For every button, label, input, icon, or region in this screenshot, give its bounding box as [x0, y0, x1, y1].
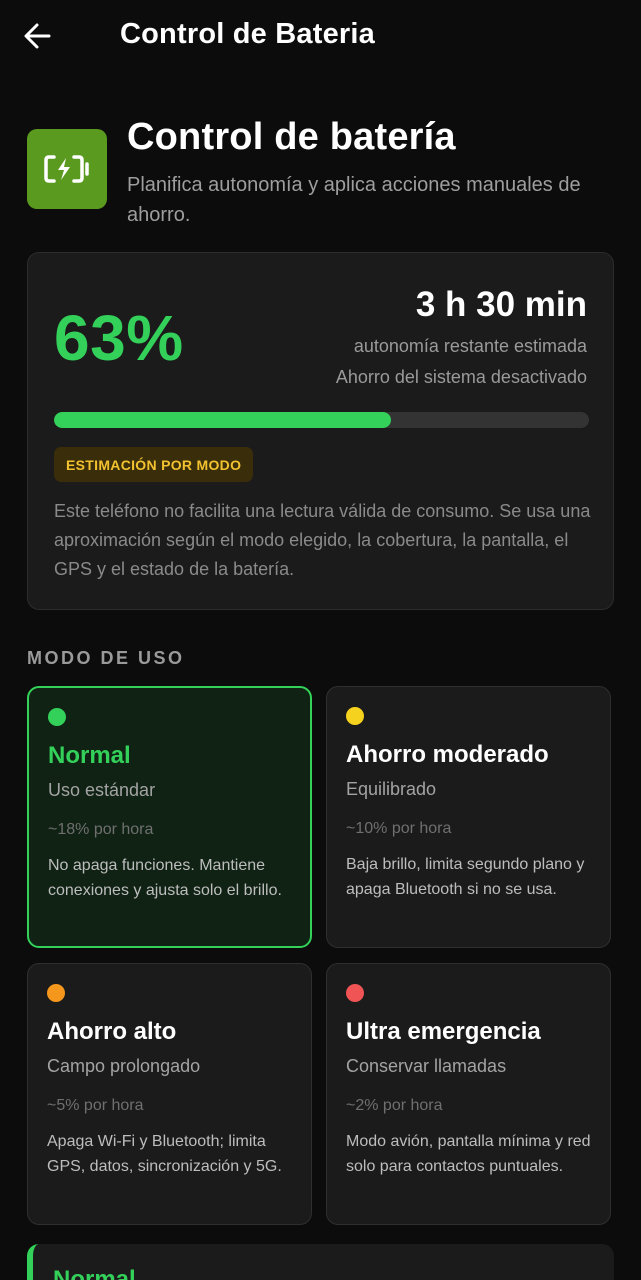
- mode-description: Baja brillo, limita segundo plano y apag…: [346, 856, 585, 898]
- mode-subtitle: Equilibrado: [346, 779, 437, 799]
- hero-subtitle: Planifica autonomía y aplica acciones ma…: [127, 174, 581, 226]
- mode-name: Ahorro alto: [47, 1018, 177, 1045]
- active-mode-card: Normal: [27, 1244, 614, 1280]
- battery-progress-fill: [54, 412, 392, 428]
- battery-progress-bar: [54, 412, 589, 428]
- page-title: Control de Bateria: [120, 18, 375, 50]
- mode-card-ultra-emergencia[interactable]: Ultra emergencia Conservar llamadas ~2% …: [326, 963, 611, 1225]
- mode-name: Ahorro moderado: [346, 741, 549, 768]
- mode-description: No apaga funciones. Mantiene conexiones …: [48, 857, 282, 899]
- top-app-bar: Control de Bateria: [0, 0, 641, 74]
- back-button[interactable]: [22, 16, 72, 56]
- mode-subtitle: Uso estándar: [48, 780, 156, 800]
- arrow-left-icon: [24, 23, 51, 49]
- status-dot: [48, 708, 66, 726]
- mode-card-ahorro-alto[interactable]: Ahorro alto Campo prolongado ~5% por hor…: [27, 963, 312, 1225]
- status-dot: [346, 707, 364, 725]
- mode-description: Modo avión, pantalla mínima y red solo p…: [346, 1133, 591, 1175]
- battery-percentage: 63%: [54, 302, 184, 374]
- mode-name: Normal: [48, 742, 131, 769]
- mode-rate: ~2% por hora: [346, 1097, 443, 1114]
- mode-card-normal[interactable]: Normal Uso estándar ~18% por hora No apa…: [27, 686, 312, 948]
- battery-status-card: 63% 3 h 30 min autonomía restante estima…: [27, 252, 614, 610]
- active-mode-title: Normal: [53, 1266, 136, 1280]
- battery-charging-icon: [44, 155, 89, 183]
- mode-rate: ~18% por hora: [48, 821, 154, 838]
- mode-subtitle: Campo prolongado: [47, 1056, 201, 1076]
- hero-title: Control de batería: [127, 116, 456, 158]
- estimation-badge: ESTIMACIÓN POR MODO: [54, 447, 254, 482]
- mode-card-ahorro-moderado[interactable]: Ahorro moderado Equilibrado ~10% por hor…: [326, 686, 611, 948]
- app-icon: [27, 129, 107, 209]
- mode-name: Ultra emergencia: [346, 1018, 541, 1045]
- status-dot: [346, 984, 364, 1002]
- estimation-note: Este teléfono no facilita una lectura vá…: [54, 501, 591, 579]
- mode-rate: ~5% por hora: [47, 1097, 144, 1114]
- time-remaining: 3 h 30 min: [415, 285, 587, 324]
- system-saver-status: Ahorro del sistema desactivado: [335, 367, 587, 387]
- mode-description: Apaga Wi-Fi y Bluetooth; limita GPS, dat…: [47, 1133, 282, 1175]
- autonomy-label: autonomía restante estimada: [353, 336, 587, 356]
- mode-subtitle: Conservar llamadas: [346, 1056, 507, 1076]
- status-dot: [47, 984, 65, 1002]
- section-label-usage-mode: MODO DE USO: [27, 648, 185, 668]
- mode-rate: ~10% por hora: [346, 820, 452, 837]
